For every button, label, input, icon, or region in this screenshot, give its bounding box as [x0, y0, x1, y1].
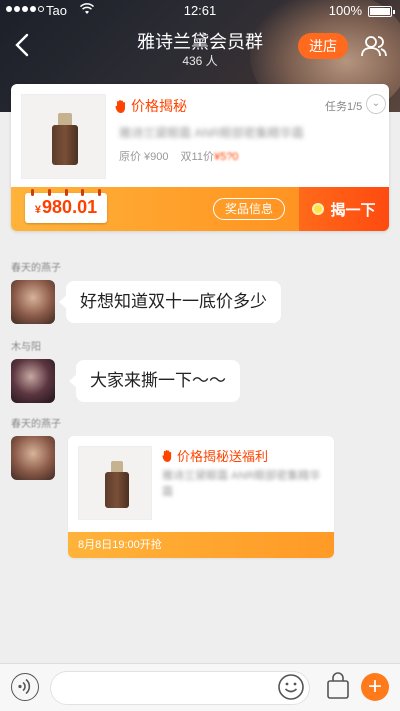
shop-bag-button[interactable] — [325, 671, 351, 701]
original-price: 原价 ¥900 — [119, 151, 169, 163]
chat-input-bar: + — [0, 663, 400, 711]
plus-icon: + — [367, 673, 382, 700]
emoji-icon — [278, 674, 304, 700]
calendar-price-badge: ¥980.01 — [25, 189, 107, 223]
task-tag-label: 价格揭秘 — [131, 98, 187, 114]
more-plus-button[interactable]: + — [361, 673, 389, 701]
shopping-bag-icon — [327, 672, 349, 699]
battery-percent: 100% — [328, 3, 362, 18]
promo-tag: 价格揭秘送福利 — [162, 446, 268, 465]
prize-info-button[interactable]: 奖品信息 — [213, 198, 285, 220]
group-members-button[interactable] — [360, 32, 388, 60]
enter-store-button[interactable]: 进店 — [298, 33, 348, 59]
task-action-bar: ¥980.01 奖品信息 揭一下 — [11, 187, 389, 231]
hand-icon — [162, 450, 172, 462]
price-row: 原价 ¥900 双11价¥5?0 — [119, 148, 238, 164]
emoji-button[interactable] — [277, 673, 305, 701]
product-image — [78, 446, 152, 520]
promo-tag-label: 价格揭秘送福利 — [177, 449, 269, 464]
calendar-price: 980.01 — [42, 197, 98, 217]
avatar[interactable] — [11, 436, 55, 480]
promo-message-card[interactable]: 价格揭秘送福利 雅诗兰黛眼霜 ANR眼部密集精华霜 8月8日19:00开抢 — [68, 436, 334, 558]
expand-button[interactable]: ⌄ — [366, 94, 386, 114]
sender-name: 木与阳 — [11, 342, 41, 353]
voice-icon — [18, 678, 31, 695]
double11-price-value: ¥5?0 — [213, 151, 239, 163]
promo-product-title: 雅诗兰黛眼霜 ANR眼部密集精华霜 — [162, 470, 321, 498]
task-progress: 任务1/5 — [325, 101, 363, 113]
task-tag: 价格揭秘 — [115, 96, 187, 116]
hand-icon — [115, 100, 125, 113]
sender-name: 春天的燕子 — [11, 263, 61, 274]
message-bubble[interactable]: 好想知道双十一底价多少 — [59, 281, 281, 323]
avatar[interactable] — [11, 280, 55, 324]
product-title: 雅诗兰黛眼霜 ANR眼部密集精华霜 — [119, 126, 304, 140]
price-reveal-task-card[interactable]: 价格揭秘 任务1/5 ⌄ 雅诗兰黛眼霜 ANR眼部密集精华霜 原价 ¥900 双… — [11, 84, 389, 231]
reveal-label: 揭一下 — [330, 201, 376, 219]
status-bar: Tao 12:61 100% — [0, 0, 400, 22]
chevron-down-icon: ⌄ — [371, 98, 381, 109]
double11-price: 双11价¥5?0 — [180, 151, 239, 163]
voice-button[interactable] — [11, 673, 39, 701]
reveal-button[interactable]: 揭一下 — [299, 187, 389, 231]
avatar[interactable] — [11, 359, 55, 403]
promo-start-time: 8月8日19:00开抢 — [68, 532, 334, 558]
message-input[interactable] — [50, 671, 310, 705]
users-icon — [361, 36, 387, 57]
message-bubble[interactable]: 大家来撕一下～～ — [69, 360, 240, 402]
sender-name: 春天的燕子 — [11, 419, 61, 430]
coin-icon — [312, 203, 325, 215]
battery-icon — [368, 6, 395, 17]
product-image[interactable] — [21, 94, 106, 179]
